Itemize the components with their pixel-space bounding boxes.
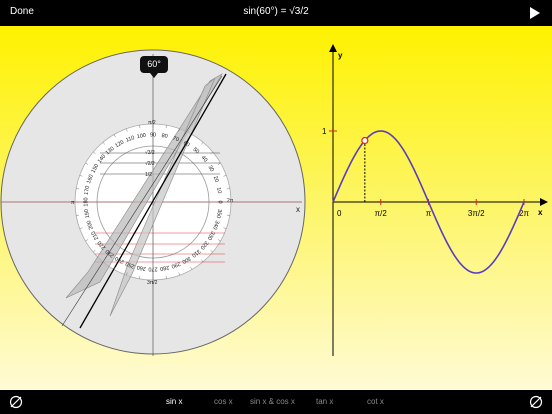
- graph-x-tick-label: 0: [337, 209, 342, 218]
- tab-cot[interactable]: cot x: [367, 397, 384, 406]
- protractor-label-80: 80: [161, 133, 168, 140]
- tab-sin-cos[interactable]: sin x & cos x: [250, 397, 295, 406]
- fraction-label-2: √2/2: [145, 160, 155, 167]
- pi-bottom-label: 3π/2: [147, 280, 158, 286]
- angle-badge: 60°: [140, 56, 168, 78]
- protractor-label-180: 180: [83, 197, 89, 206]
- graph-x-tick-label: π/2: [375, 209, 388, 218]
- graph-x-label: x: [538, 208, 543, 217]
- graph-x-arrow: [540, 198, 548, 206]
- protractor-label-270: 270: [148, 266, 157, 272]
- circle-x-label: x: [296, 205, 300, 214]
- graph-x-tick-label: π: [426, 209, 432, 218]
- protractor-label-90: 90: [150, 132, 156, 138]
- top-bar: Done sin(60°) = √3/2: [0, 0, 552, 26]
- no-rotate-icon-right[interactable]: [528, 394, 544, 410]
- protractor-label-0: 0: [217, 200, 223, 203]
- fraction-label-3: 1/2: [145, 172, 152, 178]
- diagram-svg: x y π/2 π 3π/2 2π √3/2 √2/2 1/2 01020304…: [0, 44, 548, 356]
- marker-point[interactable]: [361, 136, 369, 145]
- graph-y-arrow: [329, 44, 337, 52]
- graph-y-tick-label: 1: [322, 127, 327, 136]
- graph-y-label: y: [338, 51, 343, 60]
- tab-cos[interactable]: cos x: [214, 397, 233, 406]
- graph-x-tick-label: 3π/2: [468, 209, 485, 218]
- no-rotate-icon[interactable]: [8, 394, 24, 410]
- pi-left-label: π: [71, 200, 75, 206]
- tab-sin[interactable]: sin x: [166, 397, 182, 406]
- protractor-label-10: 10: [215, 187, 222, 194]
- drawing-canvas: x y π/2 π 3π/2 2π √3/2 √2/2 1/2 01020304…: [0, 26, 552, 390]
- page-title: sin(60°) = √3/2: [243, 6, 309, 17]
- pi-top-label: π/2: [148, 120, 156, 126]
- fraction-label-1: √3/2: [145, 149, 155, 156]
- tab-tan[interactable]: tan x: [316, 397, 333, 406]
- bottom-bar: sin x cos x sin x & cos x tan x cot x: [0, 390, 552, 414]
- play-icon[interactable]: [530, 7, 540, 19]
- pi-right-label: 2π: [227, 198, 234, 204]
